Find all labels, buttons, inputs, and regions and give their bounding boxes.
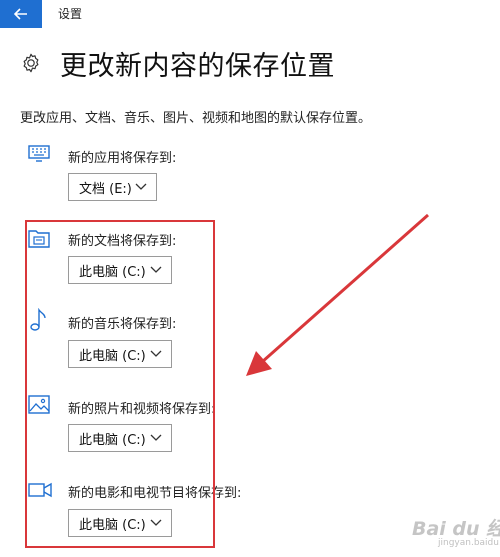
- baidu-watermark: Bai du 经验: [412, 518, 500, 540]
- annotation-arrow-icon: [246, 213, 429, 376]
- baidu-watermark-url: jingyan.baidu.com: [438, 538, 500, 548]
